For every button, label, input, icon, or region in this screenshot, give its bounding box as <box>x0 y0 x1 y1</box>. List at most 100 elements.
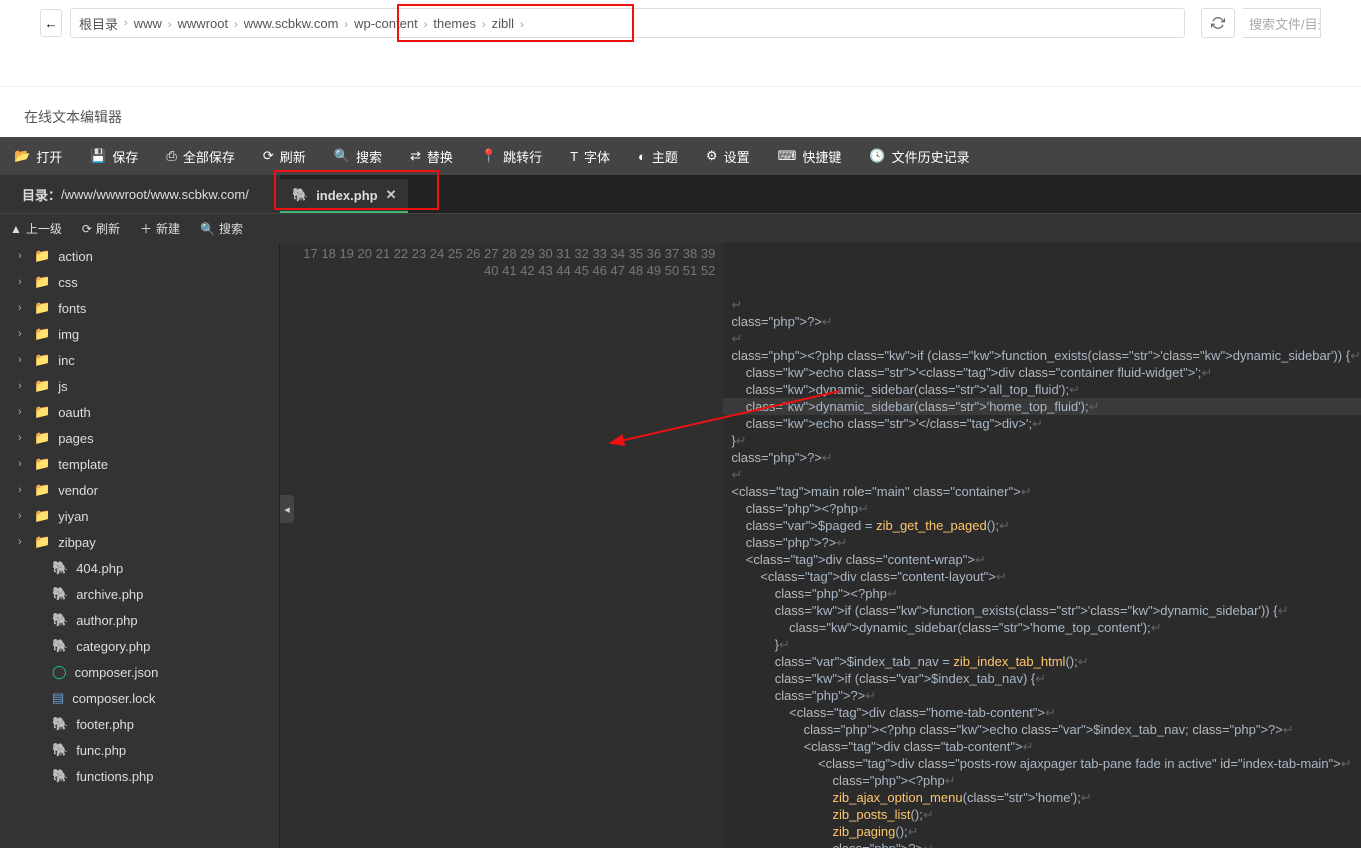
breadcrumb-item[interactable]: www <box>134 16 162 31</box>
tree-folder[interactable]: ›📁css <box>0 269 279 295</box>
search-input[interactable]: 搜索文件/目录 <box>1243 8 1321 38</box>
close-icon[interactable]: ✕ <box>386 187 397 203</box>
replace-button[interactable]: ⇄替换 <box>396 137 467 175</box>
caret-icon: › <box>18 484 26 496</box>
file-icon: ◯ <box>52 664 67 680</box>
tree-folder[interactable]: ›📁js <box>0 373 279 399</box>
shortcuts-button[interactable]: ⌨快捷键 <box>764 137 856 175</box>
caret-icon: › <box>18 432 26 444</box>
panel-title: 在线文本编辑器 <box>0 86 1361 137</box>
tree-label: action <box>58 249 93 264</box>
tree-folder[interactable]: ›📁inc <box>0 347 279 373</box>
caret-icon: › <box>18 354 26 366</box>
tree-label: zibpay <box>58 535 96 550</box>
tree-folder[interactable]: ›📁zibpay <box>0 529 279 555</box>
theme-button[interactable]: ◐主题 <box>624 137 692 175</box>
tree-file[interactable]: 🐘author.php <box>0 607 279 633</box>
file-icon: 🐘 <box>52 560 68 576</box>
chevron-right-icon: › <box>344 19 348 31</box>
caret-icon: › <box>18 458 26 470</box>
open-button[interactable]: 📂打开 <box>0 137 76 175</box>
tree-label: footer.php <box>76 717 134 732</box>
tab-indexphp[interactable]: 🐘 index.php ✕ <box>280 179 408 213</box>
tree-file[interactable]: 🐘footer.php <box>0 711 279 737</box>
saveall-button[interactable]: ⎙全部保存 <box>152 137 248 175</box>
folder-icon: 📁 <box>34 482 50 498</box>
sidebar-actions-row: ▲ 上一级 ⟳ 刷新 ＋ 新建 🔍 搜索 <box>0 213 1361 243</box>
chevron-right-icon: › <box>124 17 128 29</box>
tree-file[interactable]: 🐘category.php <box>0 633 279 659</box>
folder-icon: 📁 <box>34 378 50 394</box>
tree-label: yiyan <box>58 509 88 524</box>
code-editor[interactable]: ◂ 17 18 19 20 21 22 23 24 25 26 27 28 29… <box>280 243 1361 848</box>
tree-label: js <box>58 379 67 394</box>
up-button[interactable]: ▲ 上一级 <box>0 220 72 237</box>
file-icon: 🐘 <box>52 768 68 784</box>
folder-icon: 📁 <box>34 404 50 420</box>
tree-file[interactable]: ◯ composer.json <box>0 659 279 685</box>
tree-folder[interactable]: › 📁 yiyan <box>0 503 279 529</box>
file-icon: 🐘 <box>52 586 68 602</box>
breadcrumb-item[interactable]: wwwroot <box>178 16 229 31</box>
tree-folder[interactable]: ›📁action <box>0 243 279 269</box>
line-gutter: 17 18 19 20 21 22 23 24 25 26 27 28 29 3… <box>280 243 723 848</box>
file-icon: 🐘 <box>52 742 68 758</box>
search-button[interactable]: 🔍 搜索 <box>190 220 253 237</box>
tree-label: category.php <box>76 639 150 654</box>
collapse-handle[interactable]: ◂ <box>280 495 294 523</box>
refresh-button[interactable]: ⟳ 刷新 <box>72 220 130 237</box>
tree-file[interactable]: 🐘 404.php <box>0 555 279 581</box>
chevron-right-icon: › <box>482 19 486 31</box>
tree-label: composer.json <box>75 665 159 680</box>
tree-label: composer.lock <box>72 691 155 706</box>
new-button[interactable]: ＋ 新建 <box>130 220 190 237</box>
tree-label: 404.php <box>76 561 123 576</box>
folder-icon: 📁 <box>34 274 50 290</box>
tree-label: vendor <box>58 483 98 498</box>
tree-folder[interactable]: › 📁 vendor <box>0 477 279 503</box>
caret-icon: › <box>18 276 26 288</box>
breadcrumb-item[interactable]: themes <box>433 16 476 31</box>
search-button[interactable]: 🔍搜索 <box>320 137 396 175</box>
tree-folder[interactable]: ›📁oauth <box>0 399 279 425</box>
tree-file[interactable]: 🐘func.php <box>0 737 279 763</box>
folder-icon: 📁 <box>34 430 50 446</box>
save-button[interactable]: 💾保存 <box>76 137 152 175</box>
breadcrumb-item[interactable]: www.scbkw.com <box>244 16 339 31</box>
tree-file[interactable]: 🐘 archive.php <box>0 581 279 607</box>
folder-icon: 📁 <box>34 326 50 342</box>
code-area[interactable]: ↵class="php">?>↵↵class="php"><?php class… <box>723 243 1361 848</box>
folder-icon: 📁 <box>34 300 50 316</box>
goto-button[interactable]: 📍跳转行 <box>467 137 556 175</box>
tree-file[interactable]: 🐘functions.php <box>0 763 279 789</box>
tree-label: fonts <box>58 301 86 316</box>
refresh-button[interactable] <box>1201 8 1235 38</box>
file-icon: ▤ <box>52 690 64 706</box>
tree-folder[interactable]: ›📁img <box>0 321 279 347</box>
back-button[interactable]: ← <box>40 9 62 37</box>
tree-label: archive.php <box>76 587 143 602</box>
folder-icon: 📁 <box>34 508 50 524</box>
tree-folder[interactable]: ›📁template <box>0 451 279 477</box>
settings-button[interactable]: ⚙设置 <box>692 137 764 175</box>
breadcrumb-item[interactable]: zibll <box>492 16 514 31</box>
history-button[interactable]: 🕓文件历史记录 <box>855 137 983 175</box>
tree-file[interactable]: ▤ composer.lock <box>0 685 279 711</box>
file-tree[interactable]: ›📁action›📁css›📁fonts›📁img›📁inc›📁js›📁oaut… <box>0 243 280 848</box>
tab-label: index.php <box>316 188 377 203</box>
breadcrumb-item[interactable]: wp-content <box>354 16 418 31</box>
caret-icon: › <box>18 510 26 522</box>
caret-icon: › <box>18 536 26 548</box>
php-icon: 🐘 <box>292 187 308 203</box>
caret-icon: › <box>18 302 26 314</box>
tree-folder[interactable]: › 📁 pages <box>0 425 279 451</box>
chevron-right-icon: › <box>424 19 428 31</box>
refresh-button[interactable]: ⟳刷新 <box>249 137 320 175</box>
tree-label: inc <box>58 353 75 368</box>
tree-folder[interactable]: › 📁 fonts <box>0 295 279 321</box>
caret-icon: › <box>18 406 26 418</box>
breadcrumb-root[interactable]: 根目录 <box>79 14 118 33</box>
tree-label: pages <box>58 431 93 446</box>
breadcrumb[interactable]: 根目录 › www › wwwroot › www.scbkw.com › wp-conte… <box>70 8 1185 38</box>
font-button[interactable]: T字体 <box>556 137 624 175</box>
